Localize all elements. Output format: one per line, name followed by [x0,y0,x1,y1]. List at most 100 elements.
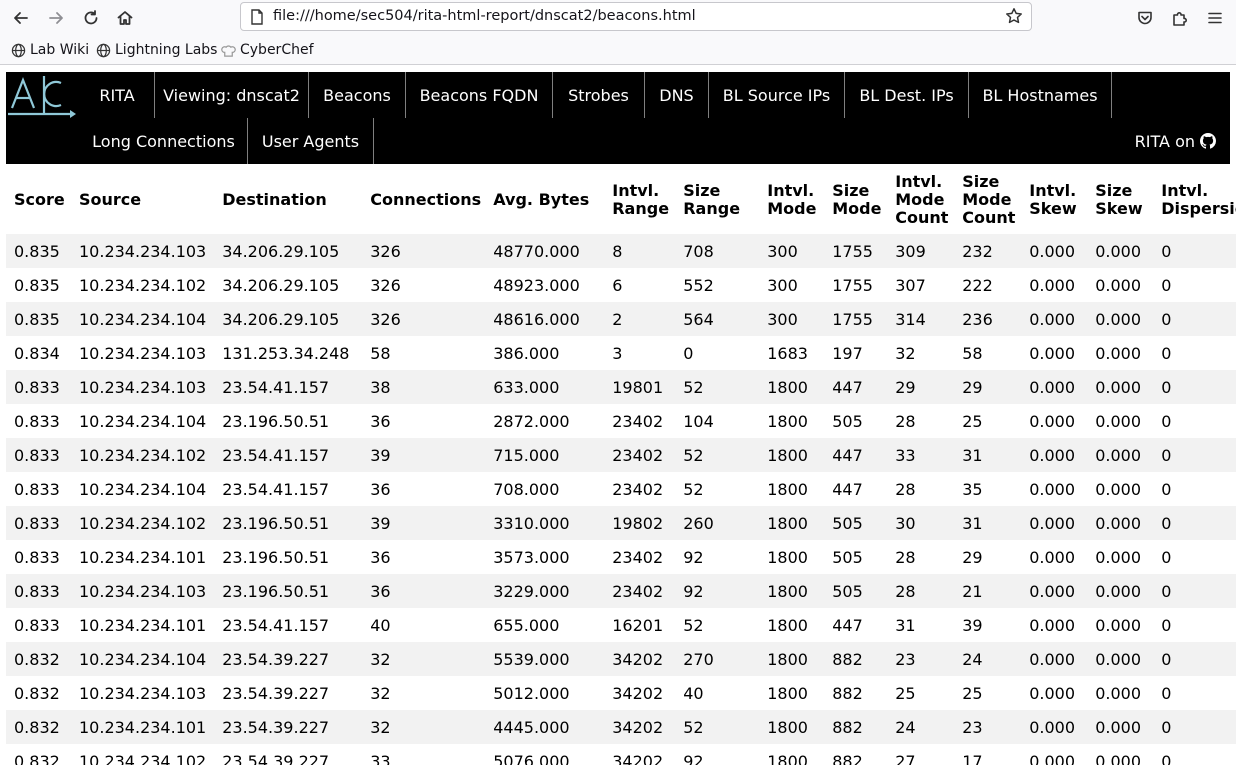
forward-button[interactable] [44,6,68,30]
cell-avg-bytes: 633.000 [493,377,560,397]
bookmark-lightning-labs[interactable]: Lightning Labs [96,41,217,59]
cell-destination: 23.54.41.157 [222,377,330,397]
column-header-score[interactable]: Score [6,166,71,234]
url-bar[interactable]: file:///home/sec504/rita-html-report/dns… [240,2,1032,31]
column-header-connections[interactable]: Connections [362,166,485,234]
cell-intvl-skew: 0.000 [1029,241,1076,261]
cell-intvl-mode: 1800 [767,547,808,567]
nav-long-connections[interactable]: Long Connections [80,118,248,164]
table-row: 0.833 10.234.234.102 23.54.41.157 39 715.000… [6,438,1236,472]
nav-viewing-dnscat2[interactable]: Viewing: dnscat2 [155,72,309,118]
table-row: 0.835 10.234.234.104 34.206.29.105 326 48616… [6,302,1236,336]
cell-intvl-skew: 0.000 [1029,547,1076,567]
table-row: 0.833 10.234.234.101 23.196.50.51 36 3573.00… [6,540,1236,574]
cell-intvl-dispersion: 0 [1161,751,1172,765]
home-button[interactable] [113,6,137,30]
cell-size-range: 52 [683,717,704,737]
column-header-intvl-mode[interactable]: Intvl. Mode [759,166,824,234]
cell-source: 10.234.234.103 [79,377,207,397]
cell-intvl-range: 23402 [612,411,664,431]
cell-score: 0.833 [14,479,60,499]
table-body: 0.835 10.234.234.103 34.206.29.105 326 48770… [6,234,1236,765]
cell-intvl-mode-count: 32 [895,343,916,363]
cell-intvl-range: 19801 [612,377,664,397]
cell-avg-bytes: 2872.000 [493,411,570,431]
column-header-source[interactable]: Source [71,166,214,234]
nav-user-agents[interactable]: User Agents [248,118,374,164]
nav-rita[interactable]: RITA [80,72,155,118]
bookmark-lab-wiki[interactable]: Lab Wiki [11,41,89,59]
cell-intvl-dispersion: 0 [1161,717,1172,737]
activecm-logo[interactable] [6,74,80,120]
cell-size-mode-count: 236 [962,309,993,329]
cell-size-range: 92 [683,751,704,765]
bookmark-label: Lightning Labs [115,42,218,58]
reload-button[interactable] [79,6,103,30]
nav-beacons[interactable]: Beacons [309,72,406,118]
url-text[interactable]: file:///home/sec504/rita-html-report/dns… [273,8,696,24]
cell-intvl-dispersion: 0 [1161,411,1172,431]
column-header-text: Size [962,172,1000,191]
puzzle-icon [1173,12,1187,26]
cell-intvl-dispersion: 0 [1161,615,1172,635]
nav-bl-source-ips[interactable]: BL Source IPs [709,72,845,118]
cell-intvl-dispersion: 0 [1161,547,1172,567]
cell-avg-bytes: 5012.000 [493,683,570,703]
nav-beacons-fqdn[interactable]: Beacons FQDN [406,72,553,118]
cell-intvl-mode-count: 33 [895,445,916,465]
nav-bl-dest-ips[interactable]: BL Dest. IPs [845,72,969,118]
bookmark-star-icon[interactable] [1005,7,1025,27]
cell-size-skew: 0.000 [1095,275,1142,295]
cell-size-mode-count: 17 [962,751,983,765]
bookmark-cyberchef[interactable]: CyberChef [221,41,314,59]
cell-intvl-range: 34202 [612,717,664,737]
column-header-intvl-range[interactable]: Intvl. Range [604,166,675,234]
cell-intvl-mode: 1800 [767,377,808,397]
cell-connections: 38 [370,377,391,397]
rita-on-github-link[interactable]: RITA on [1135,118,1216,164]
cell-connections: 32 [370,683,391,703]
cell-score: 0.833 [14,547,60,567]
cell-size-skew: 0.000 [1095,411,1142,431]
cell-intvl-range: 34202 [612,683,664,703]
cell-size-mode-count: 25 [962,411,983,431]
column-header-intvl-dispersion[interactable]: Intvl.Dispersion [1153,166,1236,234]
menu-button[interactable] [1203,6,1227,30]
column-header-intvl-skew[interactable]: Intvl. Skew [1021,166,1087,234]
arrow-left-icon [14,12,28,24]
cell-size-mode: 447 [832,479,863,499]
cell-size-range: 92 [683,581,704,601]
cell-intvl-mode: 1800 [767,751,808,765]
column-header-size-mode-count[interactable]: Size Mode Count [954,166,1021,234]
cell-intvl-skew: 0.000 [1029,649,1076,669]
reload-icon [84,10,98,25]
cell-source: 10.234.234.102 [79,751,207,765]
cell-intvl-mode: 1800 [767,615,808,635]
column-header-destination[interactable]: Destination [214,166,362,234]
cell-size-mode: 197 [832,343,863,363]
browser-toolbar: file:///home/sec504/rita-html-report/dns… [0,0,1236,36]
cell-score: 0.834 [14,343,60,363]
cell-avg-bytes: 48923.000 [493,275,580,295]
pocket-button[interactable] [1133,6,1157,30]
column-header-size-mode[interactable]: Size Mode [824,166,887,234]
column-header-size-skew[interactable]: Size Skew [1087,166,1153,234]
column-header-intvl-mode-count[interactable]: Intvl. Mode Count [887,166,954,234]
nav-strobes[interactable]: Strobes [553,72,645,118]
table-row: 0.833 10.234.234.103 23.196.50.51 36 3229.00… [6,574,1236,608]
cell-intvl-dispersion: 0 [1161,479,1172,499]
cell-intvl-mode-count: 307 [895,275,926,295]
cell-size-skew: 0.000 [1095,377,1142,397]
cell-intvl-mode-count: 30 [895,513,916,533]
column-header-size-range[interactable]: Size Range [675,166,759,234]
home-icon [117,11,133,25]
cell-size-range: 270 [683,649,714,669]
cell-destination: 23.196.50.51 [222,547,330,567]
back-button[interactable] [9,6,33,30]
column-header-avg-bytes[interactable]: Avg. Bytes [485,166,604,234]
cell-size-skew: 0.000 [1095,343,1142,363]
nav-dns[interactable]: DNS [645,72,709,118]
table-row: 0.834 10.234.234.103 131.253.34.248 58 386.0… [6,336,1236,370]
nav-bl-hostnames[interactable]: BL Hostnames [969,72,1112,118]
extensions-button[interactable] [1168,6,1192,30]
